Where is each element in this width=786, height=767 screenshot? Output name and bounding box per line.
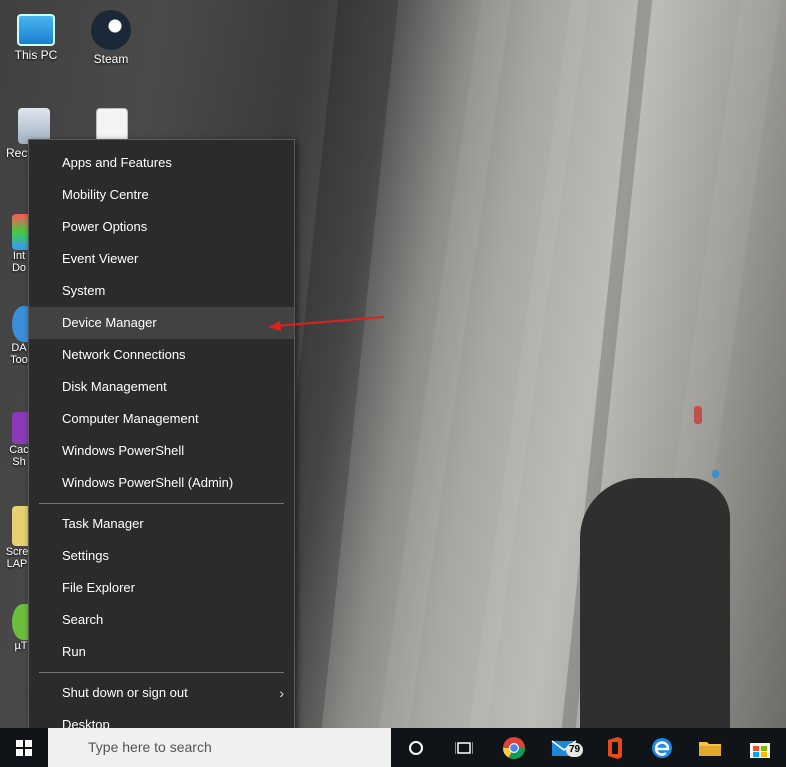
windows-logo-icon: [16, 739, 32, 756]
chevron-right-icon: ›: [279, 685, 284, 701]
menu-item-windows-powershell[interactable]: Windows PowerShell: [29, 435, 294, 467]
menu-item-event-viewer[interactable]: Event Viewer: [29, 243, 294, 275]
desktop-icon-label: Steam: [93, 52, 129, 66]
folder-icon: [699, 741, 721, 756]
taskbar: Type here to search: [0, 728, 786, 767]
desktop-icon-label: Int Do: [11, 250, 27, 274]
edge-icon: [652, 737, 672, 758]
menu-separator: [39, 672, 284, 673]
menu-item-file-explorer[interactable]: File Explorer: [29, 572, 294, 604]
desktop-icon-partial[interactable]: µT: [0, 604, 34, 652]
cortana-button[interactable]: [392, 728, 440, 767]
annotation-arrow: [268, 316, 385, 331]
task-view-icon: [455, 741, 473, 754]
taskbar-app-file-explorer[interactable]: [686, 728, 734, 767]
menu-item-run[interactable]: Run: [29, 636, 294, 668]
taskbar-app-store[interactable]: [736, 728, 784, 767]
task-view-button[interactable]: [440, 728, 488, 767]
desktop-icon-partial[interactable]: DA Too: [0, 306, 34, 366]
menu-item-mobility-centre[interactable]: Mobility Centre: [29, 179, 294, 211]
menu-item-search[interactable]: Search: [29, 604, 294, 636]
taskbar-app-edge[interactable]: [638, 728, 686, 767]
climber-figure: [694, 406, 702, 424]
desktop-icon-label: Cac Sh: [9, 444, 29, 468]
computer-icon: [17, 14, 55, 46]
desktop-icon-this-pc[interactable]: This PC: [6, 10, 66, 62]
cortana-circle-icon: [409, 740, 423, 755]
taskbar-app-chrome[interactable]: [490, 728, 538, 767]
menu-item-system[interactable]: System: [29, 275, 294, 307]
start-button[interactable]: [0, 728, 48, 767]
desktop-icon-label: DA Too: [10, 342, 28, 366]
menu-item-computer-management[interactable]: Computer Management: [29, 403, 294, 435]
climber-figure: [712, 470, 719, 478]
desktop-icon-partial[interactable]: Scre LAP: [0, 506, 34, 570]
office-icon: [608, 736, 622, 759]
desktop-icon-partial[interactable]: Cac Sh: [0, 412, 34, 468]
menu-item-disk-management[interactable]: Disk Management: [29, 371, 294, 403]
search-placeholder: Type here to search: [88, 739, 212, 755]
desktop-icon-label: µT: [14, 640, 28, 652]
desktop-icon-label: This PC: [14, 48, 58, 62]
dark-rock-outcrop: [580, 478, 730, 728]
desktop-icon-partial[interactable]: Int Do: [0, 214, 34, 274]
menu-item-network-connections[interactable]: Network Connections: [29, 339, 294, 371]
menu-item-apps-and-features[interactable]: Apps and Features: [29, 147, 294, 179]
menu-item-shut-down-or-sign-out[interactable]: Shut down or sign out ›: [29, 677, 294, 709]
menu-item-label: Shut down or sign out: [62, 685, 188, 700]
menu-item-windows-powershell-admin[interactable]: Windows PowerShell (Admin): [29, 467, 294, 499]
taskbar-search-box[interactable]: Type here to search: [48, 728, 391, 767]
menu-item-settings[interactable]: Settings: [29, 540, 294, 572]
winx-context-menu: Apps and Features Mobility Centre Power …: [28, 139, 295, 748]
desktop-icon-steam[interactable]: Steam: [81, 10, 141, 66]
menu-separator: [39, 503, 284, 504]
taskbar-app-office[interactable]: [590, 728, 638, 767]
desktop-icon-label: Scre LAP: [5, 546, 29, 570]
store-icon: [750, 742, 770, 758]
mail-unread-badge: 79: [566, 743, 584, 757]
chrome-icon: [503, 736, 525, 759]
menu-item-power-options[interactable]: Power Options: [29, 211, 294, 243]
steam-icon: [91, 10, 131, 50]
menu-item-device-manager[interactable]: Device Manager: [29, 307, 294, 339]
menu-item-task-manager[interactable]: Task Manager: [29, 508, 294, 540]
